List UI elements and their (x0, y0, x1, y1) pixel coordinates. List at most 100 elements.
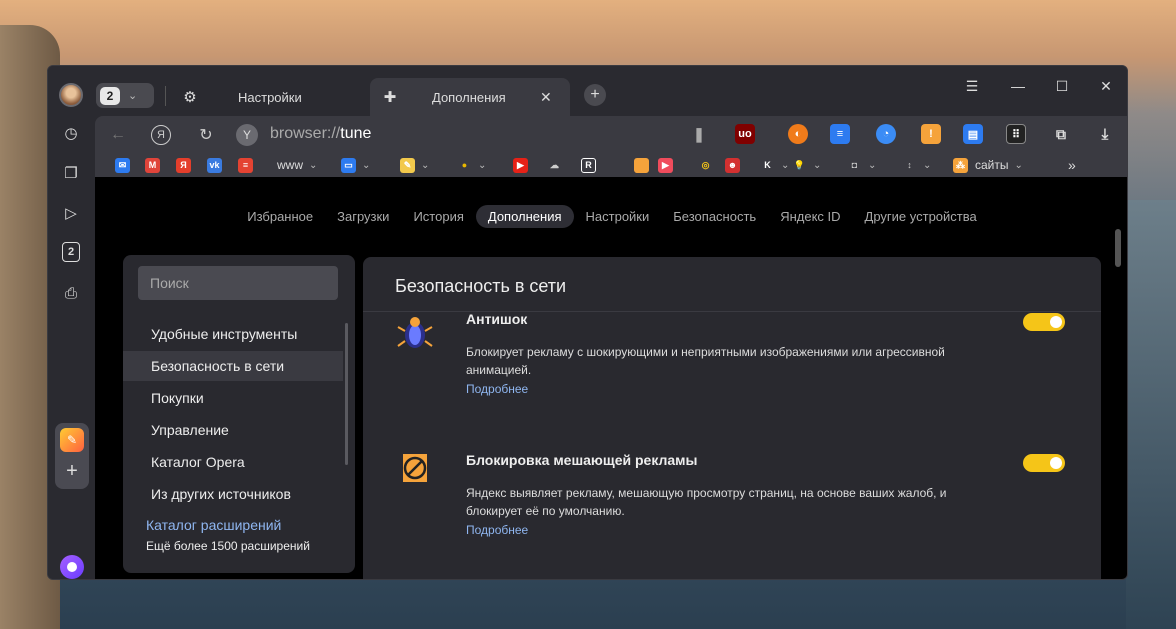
page-tabs: Избранное Загрузки История Дополнения Настро… (95, 205, 1127, 228)
page-tab[interactable]: Загрузки (325, 205, 401, 228)
bookmark-item[interactable]: ↕ ⌄ (902, 157, 931, 173)
bookmark-item[interactable]: R (581, 157, 596, 173)
back-arrow-icon[interactable]: ← (107, 124, 129, 146)
play-icon[interactable]: ▷ (60, 202, 82, 224)
bookmark-item[interactable]: www ⌄ (273, 157, 317, 173)
bookmark-item[interactable]: vk (207, 157, 222, 173)
page-scrollbar[interactable] (1115, 229, 1121, 267)
more-bookmarks-icon[interactable]: » (1068, 157, 1076, 173)
bookmark-item[interactable]: M (145, 157, 160, 173)
divider (165, 86, 166, 106)
history-clock-icon[interactable]: ◷ (60, 122, 82, 144)
browser-window: 2 ⌄ ⚙ Настройки ✚ Дополнения ✕ + ☰ — ☐ ✕… (47, 65, 1128, 580)
bookmark-item[interactable]: K ⌄ (760, 157, 789, 173)
updown-icon: ↕ (907, 160, 912, 170)
tab-addons[interactable]: ✚ Дополнения ✕ (370, 78, 570, 116)
sidebar-category[interactable]: Покупки (123, 383, 343, 413)
bulb-icon: 💡 (793, 159, 806, 170)
profile-avatar[interactable] (59, 83, 83, 107)
ublock-icon[interactable]: uo (735, 124, 755, 144)
tabs-counter-icon[interactable]: 2 (62, 242, 80, 262)
extension-name: Антишок (466, 311, 528, 327)
bookmark-item[interactable]: ☁ (547, 157, 562, 173)
bookmark-item[interactable]: ▭ ⌄ (341, 157, 370, 173)
pear-icon: ● (461, 160, 468, 170)
new-tab-button[interactable]: + (584, 84, 606, 106)
page-tab[interactable]: Яндекс ID (768, 205, 852, 228)
side-panel: ◷ ❐ ▷ 2 ⎙ ✎ + ••• (48, 116, 95, 579)
chevron-down-icon: ⌄ (128, 90, 138, 102)
minimize-button[interactable]: — (1000, 76, 1036, 96)
close-window-button[interactable]: ✕ (1088, 76, 1124, 96)
sidebar-category[interactable]: Каталог Opera (123, 447, 343, 477)
chevron-down-icon: ⌄ (362, 159, 371, 171)
spiral-icon: ◎ (701, 159, 710, 170)
cloud-icon: ☁ (550, 159, 559, 170)
chevron-down-icon: ⌄ (813, 159, 822, 171)
collections-icon[interactable]: ❐ (60, 162, 82, 184)
bookmark-item[interactable]: Я (176, 157, 191, 173)
page-tab[interactable]: Избранное (235, 205, 325, 228)
screenshot-icon[interactable]: ⎙ (60, 282, 82, 304)
bookmark-item[interactable]: ▶ (658, 157, 673, 173)
page-tab[interactable]: Дополнения (475, 205, 574, 228)
page-tab[interactable]: Другие устройства (853, 205, 989, 228)
globe-ext-icon[interactable]: ◔ (876, 124, 896, 144)
flag-ext-icon[interactable]: ! (921, 124, 941, 144)
reload-icon[interactable]: ↻ (195, 124, 217, 146)
menu-icon[interactable]: ☰ (954, 76, 990, 96)
list-ext-icon[interactable]: ≡ (830, 124, 850, 144)
extension-toggle[interactable] (1023, 313, 1065, 331)
bookmark-item[interactable] (634, 157, 649, 173)
maximize-button[interactable]: ☐ (1044, 76, 1080, 96)
bookmark-label: www (277, 158, 303, 172)
doc-ext-icon[interactable]: ▤ (963, 124, 983, 144)
tab-settings[interactable]: ⚙ Настройки (170, 78, 366, 116)
sidebar-category[interactable]: Безопасность в сети (123, 351, 343, 381)
bookmark-item[interactable]: ≡ (238, 157, 253, 173)
video-icon: ▶ (658, 157, 673, 173)
download-icon[interactable]: ⤓ (1095, 124, 1115, 144)
add-app-icon[interactable]: + (60, 459, 84, 483)
bookmark-item[interactable]: ● ⌄ (457, 157, 487, 173)
tab-group-counter[interactable]: 2 ⌄ (96, 83, 154, 108)
search-input[interactable]: Поиск (138, 266, 338, 300)
site-info-icon[interactable]: Y (236, 124, 258, 146)
sidebar-category[interactable]: Из других источников (123, 479, 343, 509)
vpn-icon[interactable]: ◐ (788, 124, 808, 144)
catalog-subtitle: Ещё более 1500 расширений (146, 539, 310, 553)
extension-toggle[interactable] (1023, 454, 1065, 472)
todoist-icon: ≡ (238, 157, 253, 173)
bookmark-icon[interactable]: ❚ (689, 124, 709, 144)
alice-assistant-icon[interactable] (60, 555, 84, 579)
yandex-icon: Я (176, 157, 191, 173)
url-field[interactable]: browser://tune (270, 125, 371, 143)
catalog-link[interactable]: Каталог расширений (146, 517, 281, 533)
page-tab[interactable]: История (401, 205, 475, 228)
chevron-down-icon: ⌄ (421, 159, 430, 171)
bookmark-item[interactable]: ☻ (725, 157, 740, 173)
more-link[interactable]: Подробнее (466, 523, 528, 537)
chevron-down-icon: ⌄ (309, 159, 318, 171)
sidebar-scrollbar[interactable] (345, 323, 348, 465)
sidebar-category[interactable]: Управление (123, 415, 343, 445)
sidebar-category[interactable]: Удобные инструменты (123, 319, 343, 349)
bookmark-item[interactable]: ◘ ⌄ (847, 157, 877, 173)
page-tab[interactable]: Безопасность (661, 205, 768, 228)
bookmark-item[interactable]: ◎ (698, 157, 713, 173)
page-tab[interactable]: Настройки (574, 205, 662, 228)
close-tab-icon[interactable]: ✕ (540, 89, 570, 106)
mask-icon: ☻ (725, 157, 740, 173)
more-link[interactable]: Подробнее (466, 382, 528, 396)
chevron-down-icon: ⌄ (1014, 159, 1023, 171)
extensions-icon[interactable]: ⧉ (1051, 124, 1071, 144)
grid-ext-icon[interactable]: ⠿ (1006, 124, 1026, 144)
yandex-home-icon[interactable]: Я (151, 125, 171, 145)
bookmark-item[interactable]: ⁂ сайты ⌄ (953, 157, 1023, 173)
notes-app-icon[interactable]: ✎ (60, 428, 84, 452)
sites-icon: ⁂ (953, 157, 968, 173)
bookmark-item[interactable]: ✎ ⌄ (400, 157, 429, 173)
bookmark-item[interactable]: 💡 ⌄ (792, 157, 822, 173)
bookmark-item[interactable]: ▶ (513, 157, 528, 173)
bookmark-item[interactable]: ✉ (115, 157, 130, 173)
